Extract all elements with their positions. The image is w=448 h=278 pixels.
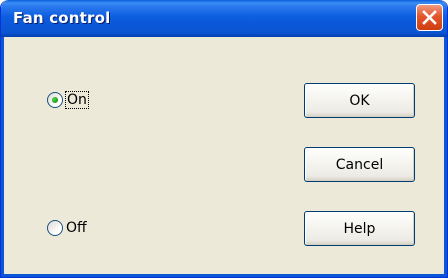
window-frame-right [444, 37, 447, 277]
radio-selected-dot [52, 97, 58, 103]
title-bar[interactable]: Fan control [1, 0, 447, 37]
radio-on-label[interactable]: On [65, 91, 89, 109]
radio-on[interactable]: On [47, 91, 89, 109]
radio-off-circle[interactable] [47, 220, 63, 236]
window-frame-bottom [1, 274, 447, 277]
close-button[interactable] [416, 4, 443, 31]
radio-off-label[interactable]: Off [66, 220, 87, 236]
radio-off[interactable]: Off [47, 220, 87, 236]
dialog-body: On Off OK Cancel Help [4, 37, 444, 274]
radio-on-circle[interactable] [47, 92, 63, 108]
close-icon [422, 10, 437, 25]
window-title: Fan control [13, 9, 111, 27]
cancel-button[interactable]: Cancel [304, 147, 415, 182]
help-button[interactable]: Help [304, 211, 415, 246]
dialog-window: Fan control On Off OK Cancel Help [0, 0, 448, 278]
ok-button[interactable]: OK [304, 83, 415, 118]
